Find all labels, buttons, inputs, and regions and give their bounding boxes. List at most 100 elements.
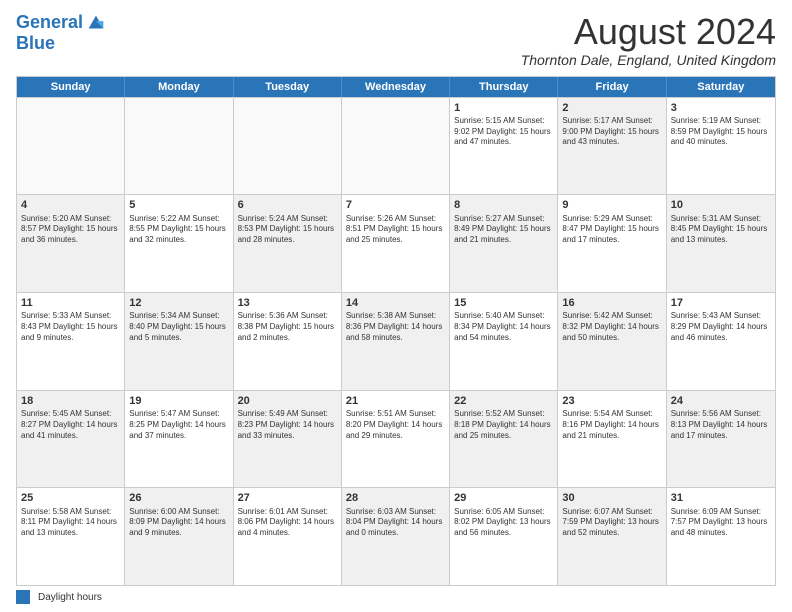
cell-info: Sunrise: 5:42 AM Sunset: 8:32 PM Dayligh… [562,311,661,343]
logo-text: General [16,13,83,33]
day-number: 30 [562,491,661,505]
title-block: August 2024 Thornton Dale, England, Unit… [521,12,776,68]
day-number: 23 [562,394,661,408]
cal-cell-22: 22Sunrise: 5:52 AM Sunset: 8:18 PM Dayli… [450,391,558,488]
cell-info: Sunrise: 5:54 AM Sunset: 8:16 PM Dayligh… [562,409,661,441]
day-number: 22 [454,394,553,408]
cell-info: Sunrise: 5:17 AM Sunset: 9:00 PM Dayligh… [562,116,661,148]
cal-cell-26: 26 Sunrise: 6:00 AM Sunset: 8:09 PM Dayli… [125,488,233,585]
day-number: 9 [562,198,661,212]
cal-cell-25: 25Sunrise: 5:58 AM Sunset: 8:11 PM Dayli… [17,488,125,585]
location: Thornton Dale, England, United Kingdom [521,52,776,68]
cal-cell-empty-1 [125,98,233,195]
cal-cell-21: 21Sunrise: 5:51 AM Sunset: 8:20 PM Dayli… [342,391,450,488]
month-year: August 2024 [521,12,776,52]
cal-cell-5: 5Sunrise: 5:22 AM Sunset: 8:55 PM Daylig… [125,195,233,292]
cal-cell-4: 4 Sunrise: 5:20 AM Sunset: 8:57 PM Daylig… [17,195,125,292]
cal-cell-7: 7Sunrise: 5:26 AM Sunset: 8:51 PM Daylig… [342,195,450,292]
cell-info: Sunrise: 5:38 AM Sunset: 8:36 PM Dayligh… [346,311,445,343]
calendar-row-3: 11Sunrise: 5:33 AM Sunset: 8:43 PM Dayli… [17,292,775,390]
cal-cell-15: 15Sunrise: 5:40 AM Sunset: 8:34 PM Dayli… [450,293,558,390]
cal-cell-20: 20Sunrise: 5:49 AM Sunset: 8:23 PM Dayli… [234,391,342,488]
cal-cell-2: 2Sunrise: 5:17 AM Sunset: 9:00 PM Daylig… [558,98,666,195]
cell-info: Sunrise: 5:19 AM Sunset: 8:59 PM Dayligh… [671,116,771,148]
day-number: 27 [238,491,337,505]
cell-info: Sunrise: 5:31 AM Sunset: 8:45 PM Dayligh… [671,214,771,246]
cell-info: Sunrise: 5:51 AM Sunset: 8:20 PM Dayligh… [346,409,445,441]
cell-info: Sunrise: 5:43 AM Sunset: 8:29 PM Dayligh… [671,311,771,343]
cal-cell-1: 1Sunrise: 5:15 AM Sunset: 9:02 PM Daylig… [450,98,558,195]
day-number: 16 [562,296,661,310]
cal-cell-9: 9 Sunrise: 5:29 AM Sunset: 8:47 PM Daylig… [558,195,666,292]
day-number: 6 [238,198,337,212]
day-number: 31 [671,491,771,505]
cal-cell-3: 3Sunrise: 5:19 AM Sunset: 8:59 PM Daylig… [667,98,775,195]
cell-info: Sunrise: 5:20 AM Sunset: 8:57 PM Dayligh… [21,214,120,246]
day-number: 1 [454,101,553,115]
cell-info: Sunrise: 6:01 AM Sunset: 8:06 PM Dayligh… [238,507,337,539]
cal-cell-13: 13Sunrise: 5:36 AM Sunset: 8:38 PM Dayli… [234,293,342,390]
header-day-monday: Monday [125,77,233,97]
cal-cell-29: 29Sunrise: 6:05 AM Sunset: 8:02 PM Dayli… [450,488,558,585]
day-number: 19 [129,394,228,408]
logo-text2: Blue [16,34,107,54]
cell-info: Sunrise: 5:29 AM Sunset: 8:47 PM Dayligh… [562,214,661,246]
day-number: 7 [346,198,445,212]
cal-cell-14: 14Sunrise: 5:38 AM Sunset: 8:36 PM Dayli… [342,293,450,390]
cell-info: Sunrise: 6:00 AM Sunset: 8:09 PM Dayligh… [129,507,228,539]
cal-cell-27: 27 Sunrise: 6:01 AM Sunset: 8:06 PM Dayli… [234,488,342,585]
calendar-row-5: 25Sunrise: 5:58 AM Sunset: 8:11 PM Dayli… [17,487,775,585]
header: General Blue August 2024 Thornton Dale, … [16,12,776,68]
logo-icon [85,12,107,34]
footer: Daylight hours [16,590,776,604]
cal-cell-6: 6 Sunrise: 5:24 AM Sunset: 8:53 PM Daylig… [234,195,342,292]
calendar-row-2: 4 Sunrise: 5:20 AM Sunset: 8:57 PM Daylig… [17,194,775,292]
header-day-wednesday: Wednesday [342,77,450,97]
page: General Blue August 2024 Thornton Dale, … [0,0,792,612]
daylight-label: Daylight hours [38,592,102,603]
calendar-row-1: 1Sunrise: 5:15 AM Sunset: 9:02 PM Daylig… [17,97,775,195]
cal-cell-empty-3 [342,98,450,195]
day-number: 20 [238,394,337,408]
cal-cell-30: 30 Sunrise: 6:07 AM Sunset: 7:59 PM Dayli… [558,488,666,585]
day-number: 3 [671,101,771,115]
cal-cell-23: 23Sunrise: 5:54 AM Sunset: 8:16 PM Dayli… [558,391,666,488]
cell-info: Sunrise: 5:56 AM Sunset: 8:13 PM Dayligh… [671,409,771,441]
calendar-header: SundayMondayTuesdayWednesdayThursdayFrid… [17,77,775,97]
cell-info: Sunrise: 6:03 AM Sunset: 8:04 PM Dayligh… [346,507,445,539]
header-day-tuesday: Tuesday [234,77,342,97]
cell-info: Sunrise: 5:24 AM Sunset: 8:53 PM Dayligh… [238,214,337,246]
day-number: 8 [454,198,553,212]
cell-info: Sunrise: 5:40 AM Sunset: 8:34 PM Dayligh… [454,311,553,343]
day-number: 18 [21,394,120,408]
cell-info: Sunrise: 5:58 AM Sunset: 8:11 PM Dayligh… [21,507,120,539]
cell-info: Sunrise: 5:27 AM Sunset: 8:49 PM Dayligh… [454,214,553,246]
cal-cell-24: 24Sunrise: 5:56 AM Sunset: 8:13 PM Dayli… [667,391,775,488]
cell-info: Sunrise: 5:36 AM Sunset: 8:38 PM Dayligh… [238,311,337,343]
day-number: 28 [346,491,445,505]
calendar-body: 1Sunrise: 5:15 AM Sunset: 9:02 PM Daylig… [17,97,775,585]
cell-info: Sunrise: 5:15 AM Sunset: 9:02 PM Dayligh… [454,116,553,148]
cell-info: Sunrise: 5:34 AM Sunset: 8:40 PM Dayligh… [129,311,228,343]
cal-cell-31: 31 Sunrise: 6:09 AM Sunset: 7:57 PM Dayli… [667,488,775,585]
day-number: 26 [129,491,228,505]
cell-info: Sunrise: 5:47 AM Sunset: 8:25 PM Dayligh… [129,409,228,441]
day-number: 11 [21,296,120,310]
cal-cell-11: 11Sunrise: 5:33 AM Sunset: 8:43 PM Dayli… [17,293,125,390]
cell-info: Sunrise: 6:09 AM Sunset: 7:57 PM Dayligh… [671,507,771,539]
header-day-friday: Friday [558,77,666,97]
cell-info: Sunrise: 5:52 AM Sunset: 8:18 PM Dayligh… [454,409,553,441]
cal-cell-empty-0 [17,98,125,195]
cal-cell-empty-2 [234,98,342,195]
calendar-row-4: 18Sunrise: 5:45 AM Sunset: 8:27 PM Dayli… [17,390,775,488]
day-number: 10 [671,198,771,212]
cal-cell-17: 17Sunrise: 5:43 AM Sunset: 8:29 PM Dayli… [667,293,775,390]
day-number: 21 [346,394,445,408]
cell-info: Sunrise: 5:33 AM Sunset: 8:43 PM Dayligh… [21,311,120,343]
day-number: 14 [346,296,445,310]
day-number: 4 [21,198,120,212]
logo: General Blue [16,12,107,54]
calendar: SundayMondayTuesdayWednesdayThursdayFrid… [16,76,776,586]
day-number: 5 [129,198,228,212]
cell-info: Sunrise: 6:07 AM Sunset: 7:59 PM Dayligh… [562,507,661,539]
